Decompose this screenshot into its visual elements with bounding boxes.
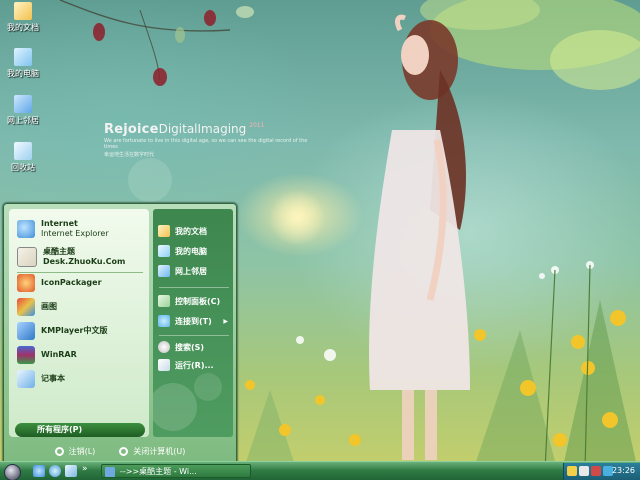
watermark-title-rest: DigitalImaging bbox=[158, 122, 247, 136]
submenu-arrow-icon: ▶ bbox=[223, 317, 228, 325]
desktop: 我的文档 我的电脑 网上邻居 回收站 RejoiceDigitalImaging… bbox=[0, 0, 640, 480]
start-item-winrar[interactable]: WinRAR bbox=[17, 343, 77, 367]
quicklaunch-ie-icon[interactable] bbox=[33, 465, 45, 477]
recycle-bin-icon bbox=[14, 142, 32, 160]
taskbar-window-label: -->>桌酷主题 - Wi... bbox=[120, 467, 197, 476]
shutdown-button[interactable]: 关闭计算机(U) bbox=[119, 446, 185, 457]
desktop-icon-my-documents[interactable]: 我的文档 bbox=[2, 2, 44, 33]
search-icon bbox=[158, 341, 170, 353]
control-panel-icon bbox=[158, 295, 170, 307]
watermark-tagline-1: We are fortunate to live in this digital… bbox=[104, 138, 308, 150]
start-place-network[interactable]: 网上邻居 bbox=[158, 263, 207, 279]
logoff-label: 注销(L) bbox=[68, 446, 96, 456]
start-place-control-panel-label: 控制面板(C) bbox=[175, 296, 221, 306]
start-menu-separator bbox=[159, 335, 229, 336]
all-programs-label: 所有程序(P) bbox=[37, 425, 83, 434]
notepad-icon bbox=[17, 370, 35, 388]
quicklaunch-desktop-icon[interactable] bbox=[65, 465, 77, 477]
shutdown-label: 关闭计算机(U) bbox=[133, 446, 186, 456]
desktop-icon-my-computer[interactable]: 我的电脑 bbox=[2, 48, 44, 79]
start-menu-bottom-bar: 注销(L) 关闭计算机(U) bbox=[4, 440, 236, 462]
tray-volume-icon[interactable] bbox=[579, 466, 589, 476]
start-place-my-computer[interactable]: 我的电脑 bbox=[158, 243, 207, 259]
start-place-my-computer-label: 我的电脑 bbox=[175, 246, 207, 256]
wallpaper-watermark: RejoiceDigitalImaging 2011 We are fortun… bbox=[104, 122, 314, 158]
start-item-zhuoku[interactable]: 桌酷主题Desk.ZhuoKu.Com bbox=[17, 245, 149, 269]
winrar-icon bbox=[17, 346, 35, 364]
start-place-search[interactable]: 搜索(S) bbox=[158, 339, 204, 355]
start-menu: Internet Internet Explorer 桌酷主题Desk.ZhuoK… bbox=[3, 203, 237, 463]
start-place-search-label: 搜索(S) bbox=[175, 342, 205, 352]
start-button[interactable] bbox=[4, 464, 21, 480]
start-item-notepad-label: 记事本 bbox=[41, 374, 65, 383]
start-menu-programs-pane: Internet Internet Explorer 桌酷主题Desk.ZhuoK… bbox=[9, 209, 149, 437]
start-item-paint-label: 画图 bbox=[41, 302, 57, 311]
start-item-iconpackager-label: IconPackager bbox=[41, 278, 102, 287]
start-menu-separator bbox=[159, 287, 229, 288]
start-item-zhuoku-label: 桌酷主题Desk.ZhuoKu.Com bbox=[43, 247, 126, 266]
tray-clock[interactable]: 23:26 bbox=[612, 466, 635, 475]
start-place-connect-to-label: 连接到(T) bbox=[175, 316, 212, 326]
watermark-tagline-2: 幸运地生活在数字时代 bbox=[104, 152, 155, 158]
start-item-paint[interactable]: 画图 bbox=[17, 295, 57, 319]
start-item-iconpackager[interactable]: IconPackager bbox=[17, 271, 102, 295]
start-item-winrar-label: WinRAR bbox=[41, 350, 77, 359]
start-place-control-panel[interactable]: 控制面板(C) bbox=[158, 293, 220, 309]
documents-folder-icon bbox=[14, 2, 32, 20]
internet-explorer-icon bbox=[17, 220, 35, 238]
start-item-internet-sub: Internet Explorer bbox=[41, 229, 109, 238]
taskbar: » -->>桌酷主题 - Wi... 23:26 bbox=[0, 461, 640, 480]
start-item-internet[interactable]: Internet Internet Explorer bbox=[17, 217, 109, 241]
watermark-title-bold: Rejoice bbox=[104, 122, 159, 137]
logoff-icon bbox=[54, 446, 64, 456]
computer-icon bbox=[14, 48, 32, 66]
logoff-button[interactable]: 注销(L) bbox=[54, 446, 96, 457]
start-place-my-documents[interactable]: 我的文档 bbox=[158, 223, 207, 239]
start-item-kmplayer[interactable]: KMPlayer中文版 bbox=[17, 319, 108, 343]
desktop-icon-network[interactable]: 网上邻居 bbox=[2, 95, 44, 126]
watermark-year: 2011 bbox=[249, 122, 265, 129]
folder-window-icon bbox=[105, 467, 115, 477]
start-item-kmplayer-label: KMPlayer中文版 bbox=[41, 326, 108, 335]
start-menu-places-pane: 我的文档 我的电脑 网上邻居 控制面板(C) 连接到(T) ▶ 搜索(S) 运行… bbox=[153, 209, 233, 437]
tray-security-icon[interactable] bbox=[591, 466, 601, 476]
quicklaunch-overflow-chevron[interactable]: » bbox=[82, 464, 88, 474]
decorative-bubbles bbox=[153, 373, 222, 431]
my-computer-icon bbox=[158, 245, 170, 257]
all-programs-button[interactable]: 所有程序(P) bbox=[15, 423, 145, 437]
start-item-internet-label: Internet bbox=[41, 219, 78, 228]
paint-icon bbox=[17, 298, 35, 316]
my-documents-icon bbox=[158, 225, 170, 237]
power-icon bbox=[119, 446, 129, 456]
network-places-icon bbox=[158, 265, 170, 277]
iconpackager-icon bbox=[17, 274, 35, 292]
system-tray: 23:26 bbox=[563, 463, 640, 480]
network-icon bbox=[14, 95, 32, 113]
start-place-network-label: 网上邻居 bbox=[175, 266, 207, 276]
connect-to-icon bbox=[158, 315, 170, 327]
desktop-icon-recycle-bin[interactable]: 回收站 bbox=[2, 142, 44, 173]
start-item-notepad[interactable]: 记事本 bbox=[17, 367, 65, 391]
zhuoku-app-icon bbox=[17, 247, 37, 267]
tray-qq-icon[interactable] bbox=[567, 466, 577, 476]
taskbar-window-button[interactable]: -->>桌酷主题 - Wi... bbox=[101, 464, 251, 478]
kmplayer-icon bbox=[17, 322, 35, 340]
start-place-connect-to[interactable]: 连接到(T) ▶ bbox=[158, 313, 228, 329]
start-place-my-documents-label: 我的文档 bbox=[175, 226, 207, 236]
quicklaunch-media-icon[interactable] bbox=[49, 465, 61, 477]
